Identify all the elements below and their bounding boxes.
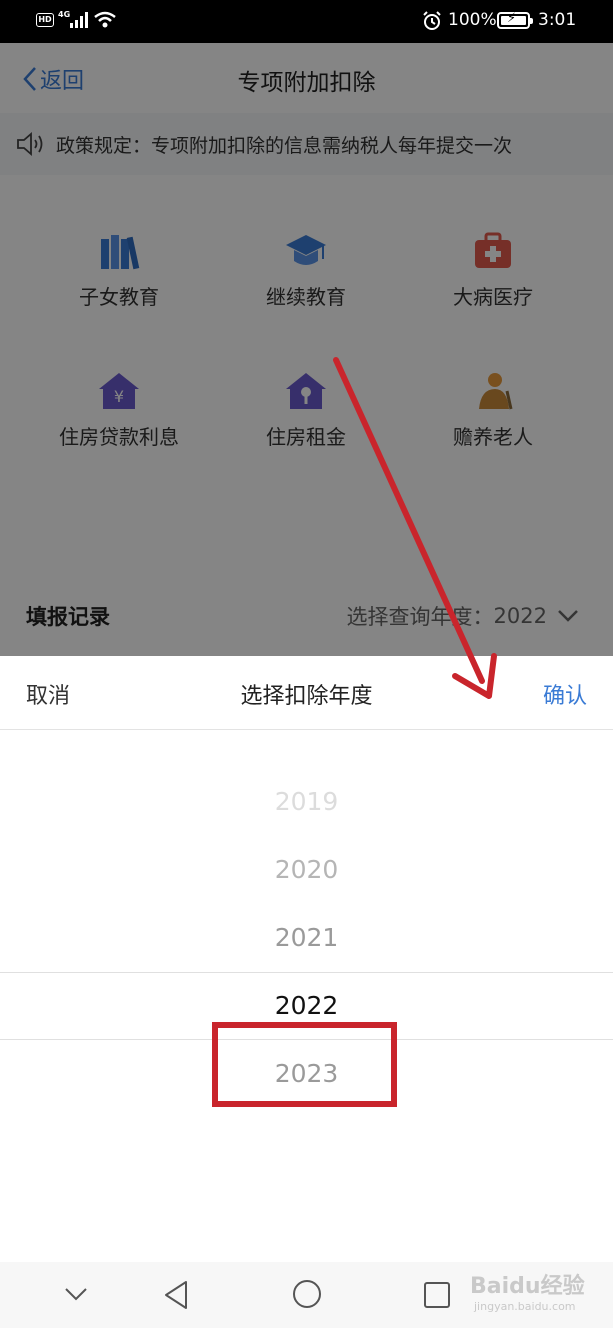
network-type: 4G: [58, 10, 71, 19]
alarm-icon: [423, 11, 441, 30]
annotation-highlight-box: [212, 1022, 397, 1107]
watermark-site: jingyan.baidu.com: [474, 1300, 576, 1313]
wifi-icon: [94, 11, 116, 28]
annotation-arrow: [333, 357, 497, 699]
battery-icon: ⚡: [497, 11, 533, 29]
watermark-logo: Baidu经验: [470, 1274, 585, 1299]
clock: 3:01: [538, 10, 577, 30]
battery-percent: 100%: [448, 10, 497, 30]
signal-icon: [70, 12, 88, 28]
status-bar: HD 4G 100% ⚡ 3:01: [0, 0, 613, 43]
hd-icon: HD: [36, 13, 54, 27]
